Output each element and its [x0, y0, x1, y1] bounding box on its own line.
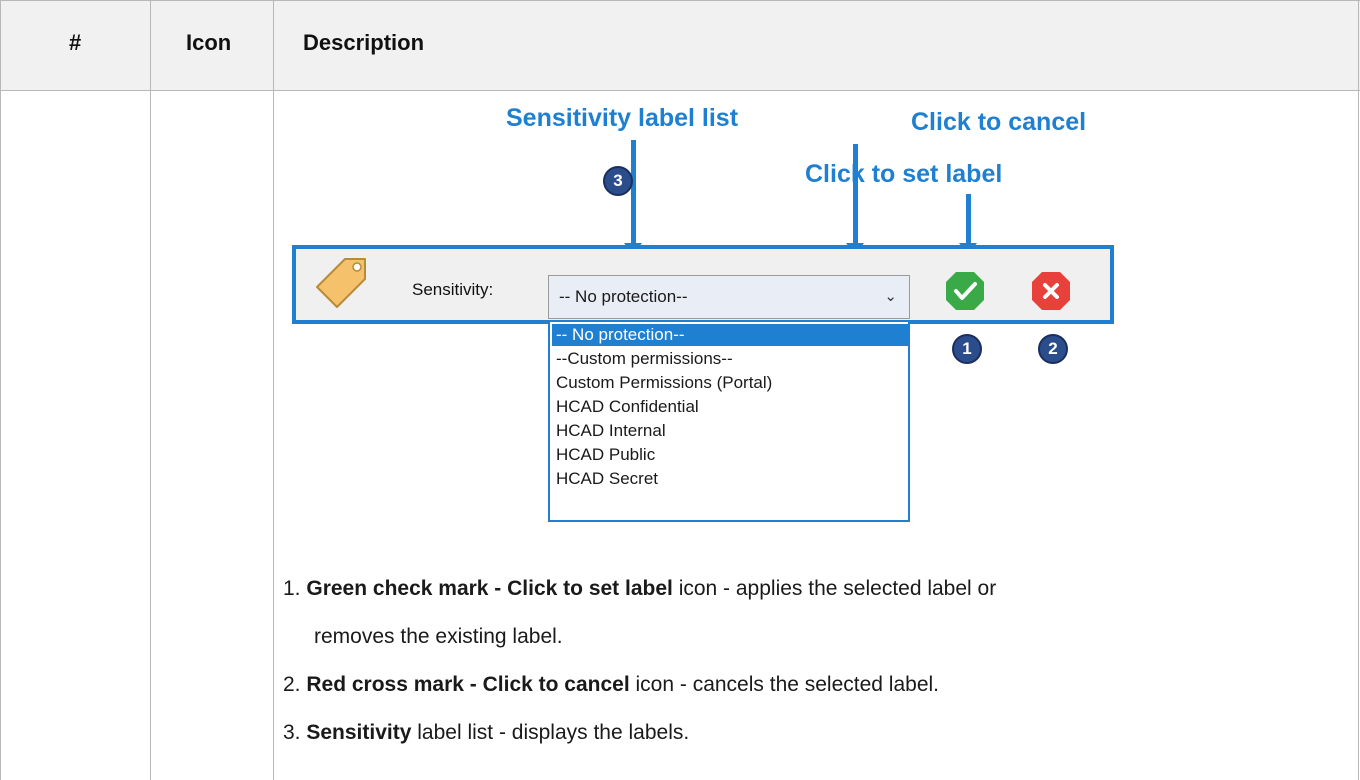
- sensitivity-dropdown-list: -- No protection-- --Custom permissions-…: [548, 320, 910, 522]
- header-description: Description: [303, 30, 425, 55]
- table-border-right: [1358, 0, 1359, 780]
- set-label-button[interactable]: [944, 270, 986, 312]
- table-border-left: [0, 0, 1, 780]
- chevron-down-icon: ⌄: [884, 288, 897, 305]
- description-item-1: 1. Green check mark - Click to set label…: [283, 577, 996, 601]
- table-column-divider-2: [273, 0, 274, 780]
- dropdown-option[interactable]: -- No protection--: [552, 324, 910, 346]
- doc-page: # Icon Description Sensitivity label lis…: [0, 0, 1360, 780]
- dropdown-option[interactable]: --Custom permissions--: [552, 348, 910, 370]
- description-item-2: 2. Red cross mark - Click to cancel icon…: [283, 673, 939, 697]
- arrow-to-list: [624, 140, 642, 255]
- description-text: icon - applies the selected label or: [672, 577, 997, 600]
- description-bold: Red cross mark - Click to cancel: [306, 673, 630, 696]
- sensitivity-select-value: -- No protection--: [559, 287, 688, 306]
- sensitivity-select[interactable]: -- No protection-- ⌄: [548, 275, 910, 319]
- badge-1: 1: [952, 334, 982, 364]
- cancel-button[interactable]: [1030, 270, 1072, 312]
- table-header-divider: [0, 90, 1360, 91]
- callout-click-to-cancel: Click to cancel: [911, 108, 1087, 136]
- table-border-top: [0, 0, 1360, 1]
- dropdown-option[interactable]: HCAD Internal: [552, 420, 910, 442]
- table-column-divider-1: [150, 0, 151, 780]
- description-bold: Green check mark - Click to set label: [306, 577, 673, 600]
- dropdown-option[interactable]: HCAD Confidential: [552, 396, 910, 418]
- description-number: 3.: [283, 721, 301, 744]
- arrow-to-cancel: [846, 144, 864, 255]
- callout-click-to-set-label: Click to set label: [805, 160, 1003, 188]
- table-header-row: # Icon Description: [0, 0, 1360, 90]
- header-number: #: [69, 30, 82, 55]
- header-icon: Icon: [186, 30, 232, 55]
- description-bold: Sensitivity: [306, 721, 412, 744]
- description-text: label list - displays the labels.: [411, 721, 690, 744]
- dropdown-option[interactable]: Custom Permissions (Portal): [552, 372, 910, 394]
- arrow-to-set: [959, 194, 977, 255]
- description-number: 1.: [283, 577, 301, 600]
- callout-sensitivity-label-list: Sensitivity label list: [506, 104, 739, 132]
- description-text: icon - cancels the selected label.: [629, 673, 940, 696]
- dropdown-option[interactable]: HCAD Public: [552, 444, 910, 466]
- badge-2: 2: [1038, 334, 1068, 364]
- tag-icon: [316, 258, 366, 308]
- description-number: 2.: [283, 673, 301, 696]
- description-item-3: 3. Sensitivity label list - displays the…: [283, 721, 689, 745]
- badge-3: 3: [603, 166, 633, 196]
- dropdown-option[interactable]: HCAD Secret: [552, 468, 910, 490]
- sensitivity-label: Sensitivity:: [412, 280, 494, 299]
- description-item-1-continued: removes the existing label.: [314, 625, 563, 648]
